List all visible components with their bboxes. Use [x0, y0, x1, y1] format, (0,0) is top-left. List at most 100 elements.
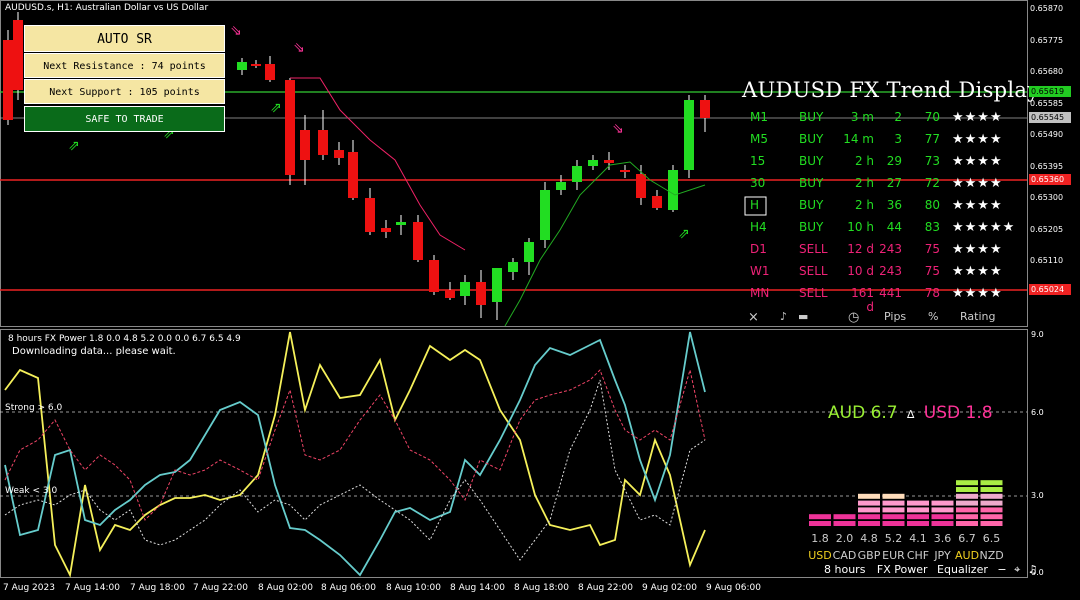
candle-body: [668, 170, 678, 210]
candle-body: [445, 290, 455, 298]
rating-stars: ★★★★: [952, 264, 1003, 279]
percent-value: 73: [924, 154, 940, 168]
crosshair-icon[interactable]: ⌖: [1014, 563, 1020, 576]
equalizer-value: 1.8: [811, 532, 829, 545]
candle-body: [476, 282, 486, 305]
sound-icon[interactable]: ♪: [780, 310, 787, 323]
red-trend-line: [290, 77, 466, 251]
rating-stars: ★★★★: [952, 154, 1003, 169]
percent-value: 77: [924, 132, 940, 146]
direction-label: SELL: [799, 264, 828, 278]
equalizer-currency: JPY: [934, 549, 951, 562]
trend-row: 30 BUY 2 h 27 72 ★★★★: [742, 176, 1032, 196]
buy-arrow-icon: ⇗: [68, 138, 80, 154]
price-badge: 0.65545: [1029, 112, 1071, 123]
timeframe-label: H: [750, 198, 760, 212]
equalizer-segment: [931, 514, 954, 520]
equalizer-segment: [980, 480, 1003, 486]
equalizer-value: 6.7: [958, 532, 976, 545]
pips-value: 2: [894, 110, 902, 124]
trend-row: M5 BUY 14 m 3 77 ★★★★: [742, 132, 1032, 152]
candle-body: [460, 282, 470, 296]
direction-label: SELL: [799, 242, 828, 256]
rating-header: Rating: [960, 310, 996, 323]
equalizer-footer: 8 hours FX Power Equalizer − ⌖ ♫: [824, 563, 1038, 577]
equalizer-segment: [956, 507, 978, 513]
candle-body: [348, 152, 358, 198]
direction-label: BUY: [799, 132, 824, 146]
aud-line: [4, 331, 706, 578]
price-tick: 0.65395: [1030, 161, 1064, 171]
close-icon[interactable]: ×: [748, 310, 759, 325]
equalizer-segment: [931, 500, 954, 506]
equalizer-segment: [980, 514, 1003, 520]
equalizer-value: 4.1: [909, 532, 927, 545]
buy-arrow-icon: ⇗: [678, 226, 690, 242]
time-tick: 8 Aug 22:00: [578, 583, 633, 593]
equalizer-segment: [858, 500, 880, 506]
equalizer-segment: [907, 500, 929, 506]
percent-value: 80: [924, 198, 940, 212]
auto-sr-title[interactable]: AUTO SR: [24, 25, 225, 52]
music-icon[interactable]: ♫: [1028, 563, 1038, 576]
candle-body: [334, 150, 344, 158]
candle-body: [652, 196, 662, 208]
price-tick: 0.65490: [1030, 130, 1064, 139]
safe-to-trade-button[interactable]: SAFE TO TRADE: [24, 106, 225, 132]
rating-stars: ★★★★: [952, 132, 1003, 147]
rating-stars: ★★★★: [952, 198, 1003, 213]
timeframe-label: 15: [750, 154, 766, 168]
equalizer-currency: USD: [808, 549, 832, 562]
pips-value: 36: [886, 198, 902, 212]
time-tick: 9 Aug 06:00: [706, 583, 761, 593]
time-tick: 9 Aug 02:00: [642, 583, 697, 593]
timeframe-label: D1: [750, 242, 767, 256]
fx-power-label[interactable]: FX Power: [877, 563, 928, 576]
time-tick: 8 Aug 06:00: [321, 583, 376, 593]
candle-body: [300, 130, 310, 160]
equalizer-segment: [956, 493, 978, 499]
candle-body: [540, 190, 550, 240]
time-tick: 8 Aug 14:00: [450, 583, 505, 593]
pips-value: 27: [886, 176, 902, 190]
price-tick: 0.65775: [1030, 35, 1064, 45]
percent-value: 75: [924, 264, 940, 278]
candle-body: [684, 100, 694, 170]
price-tick: 0.65300: [1030, 193, 1064, 202]
equalizer-segment: [956, 521, 978, 526]
equalizer-segment: [956, 487, 978, 492]
timeframe-label: M1: [750, 110, 768, 124]
candle-body: [572, 166, 582, 182]
equalizer-value: 2.0: [835, 532, 854, 545]
period-label[interactable]: 8 hours: [824, 563, 865, 576]
percent-value: 83: [924, 220, 940, 234]
trend-row: D1 SELL 12 d 243 75 ★★★★: [742, 242, 1032, 262]
line-icon[interactable]: ▬: [798, 310, 808, 323]
pips-value: 44: [886, 220, 902, 234]
candle-body: [636, 174, 646, 198]
time-tick: 8 Aug 18:00: [514, 583, 569, 593]
aud-power: AUD 6.7: [828, 403, 898, 423]
minus-icon[interactable]: −: [997, 563, 1006, 576]
equalizer-segment: [858, 521, 880, 526]
next-resistance: Next Resistance : 74 points: [24, 53, 225, 78]
equalizer-segment: [956, 514, 978, 520]
candle-body: [524, 242, 534, 262]
equalizer-segment: [833, 521, 856, 526]
equalizer-segment: [882, 493, 905, 499]
direction-label: BUY: [799, 154, 824, 168]
ind-axis-9: 9.0: [1031, 330, 1044, 339]
equalizer-segment: [980, 487, 1003, 492]
equalizer-segment: [882, 507, 905, 513]
percent-value: 72: [924, 176, 940, 190]
direction-label: SELL: [799, 286, 828, 300]
equalizer-value: 3.6: [933, 532, 952, 545]
direction-label: BUY: [799, 176, 824, 190]
equalizer-label[interactable]: Equalizer: [937, 563, 988, 576]
equalizer-bars: [809, 480, 1003, 526]
time-tick: 8 Aug 02:00: [258, 583, 313, 593]
clock-icon[interactable]: ◷: [848, 310, 859, 325]
time-tick: 7 Aug 18:00: [130, 583, 185, 593]
equalizer-segment: [858, 493, 880, 499]
candle-body: [556, 182, 566, 190]
